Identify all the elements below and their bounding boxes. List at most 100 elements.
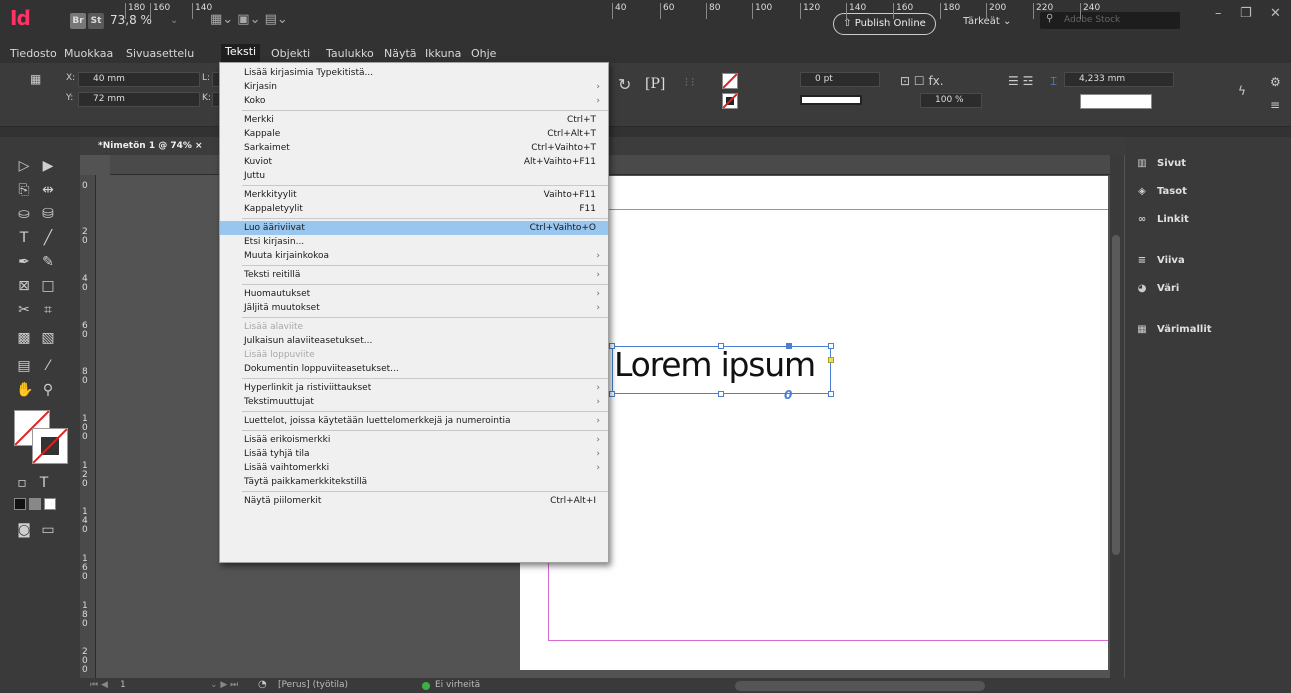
scissors-tool-icon[interactable]: ✂ <box>16 302 32 318</box>
menu-item[interactable]: Näytä piilomerkit Ctrl+Alt+I <box>220 494 608 508</box>
panel-tasot[interactable]: ◈ Tasot <box>1135 186 1187 197</box>
content-grabber-icon[interactable]: 0 <box>784 388 792 402</box>
align-icons[interactable]: ⫶ ⫶ <box>685 76 694 90</box>
close-tab-icon[interactable]: × <box>195 141 203 151</box>
menu-ohje[interactable]: Ohje <box>471 47 496 60</box>
page-nav-next[interactable]: ⌄ ▶ ⏭ <box>210 680 238 690</box>
gap-tool-icon[interactable]: ⇹ <box>40 182 56 198</box>
menu-sivuasettelu[interactable]: Sivuasettelu <box>126 47 194 60</box>
menu-item[interactable]: Lisää vaihtomerkki › <box>220 461 608 475</box>
menu-item[interactable]: Jäljitä muutokset › <box>220 301 608 315</box>
quick-apply-icon[interactable]: ϟ <box>1238 84 1246 98</box>
menu-taulukko[interactable]: Taulukko <box>326 47 374 60</box>
page-nav-prev[interactable]: ⏮ ◀ <box>90 680 108 690</box>
menu-item[interactable]: Luettelot, joissa käytetään luettelomerk… <box>220 414 608 428</box>
menu-item[interactable]: Etsi kirjasin... <box>220 235 608 249</box>
stroke-swatch[interactable] <box>722 93 738 109</box>
menu-item[interactable]: Sarkaimet Ctrl+Vaihto+T <box>220 141 608 155</box>
text-frame-icon[interactable]: [P] <box>645 76 665 92</box>
panel-sivut[interactable]: ▥ Sivut <box>1135 158 1186 169</box>
pen-tool-icon[interactable]: ✒ <box>16 254 32 270</box>
menu-item[interactable]: Lisää tyhjä tila › <box>220 447 608 461</box>
gear-icon[interactable]: ⚙ <box>1270 75 1281 89</box>
panel-menu-icon[interactable]: ≡ <box>1270 98 1280 112</box>
free-transform-tool-icon[interactable]: ⌗ <box>40 302 56 318</box>
menu-item[interactable]: Merkki Ctrl+T <box>220 113 608 127</box>
menu-item[interactable]: Kuviot Alt+Vaihto+F11 <box>220 155 608 169</box>
rectangle-frame-tool-icon[interactable]: ⊠ <box>16 278 32 294</box>
restore-icon[interactable]: ❐ <box>1240 6 1252 21</box>
panel-vari[interactable]: ◕ Väri <box>1135 283 1180 294</box>
menu-item[interactable]: Teksti reitillä › <box>220 268 608 282</box>
panel-viiva[interactable]: ≡ Viiva <box>1135 255 1185 266</box>
menu-item[interactable]: Dokumentin loppuviiteasetukset... <box>220 362 608 376</box>
chevron-down-icon[interactable]: ⌄ <box>170 15 178 26</box>
hand-tool-icon[interactable]: ✋ <box>16 382 33 398</box>
menu-item[interactable]: Kappale Ctrl+Alt+T <box>220 127 608 141</box>
menu-nayta[interactable]: Näytä <box>384 47 417 60</box>
eyedropper-tool-icon[interactable]: ⁄ <box>40 358 56 374</box>
stroke-weight-field[interactable]: 0 pt <box>800 72 880 87</box>
menu-item[interactable]: Tekstimuuttujat › <box>220 395 608 409</box>
formatting-container-icon[interactable]: ▫ <box>14 475 30 491</box>
type-tool-icon[interactable]: T <box>16 230 32 246</box>
object-style-select[interactable] <box>1080 94 1152 109</box>
note-tool-icon[interactable]: ▤ <box>16 358 32 374</box>
menu-item[interactable]: Huomautukset › <box>220 287 608 301</box>
page-number[interactable]: 1 <box>120 680 126 690</box>
resize-handle[interactable] <box>828 343 834 349</box>
screen-mode-icon[interactable]: ◙ <box>16 522 32 538</box>
gradient-feather-tool-icon[interactable]: ▧ <box>40 330 56 346</box>
error-status[interactable]: Ei virheitä <box>435 680 480 690</box>
page-tool-icon[interactable]: ⎘ <box>16 182 32 198</box>
selection-tool-icon[interactable]: ▷ <box>16 158 32 174</box>
formatting-text-icon[interactable]: T <box>36 475 52 491</box>
menu-item[interactable]: Merkkityylit Vaihto+F11 <box>220 188 608 202</box>
content-collector-icon[interactable]: ⛀ <box>16 206 32 222</box>
fill-swatch[interactable] <box>722 73 738 89</box>
bridge-button[interactable]: Br <box>70 13 86 29</box>
reference-point-icon[interactable]: ▦ <box>30 72 41 86</box>
resize-handle[interactable] <box>718 343 724 349</box>
menu-item[interactable]: Koko › <box>220 94 608 108</box>
resize-handle[interactable] <box>718 391 724 397</box>
resize-handle[interactable] <box>609 343 615 349</box>
color-mode-buttons[interactable] <box>14 498 64 510</box>
preflight-profile[interactable]: [Perus] (työtila) <box>278 680 348 690</box>
direct-selection-tool-icon[interactable]: ▶ <box>40 158 56 174</box>
panel-linkit[interactable]: ∞ Linkit <box>1135 214 1189 225</box>
menu-item[interactable]: Hyperlinkit ja ristiviittaukset › <box>220 381 608 395</box>
menu-item[interactable]: Lisää kirjasimia Typekitistä... <box>220 66 608 80</box>
document-tab[interactable]: *Nimetön 1 @ 74% × <box>90 137 218 155</box>
menu-item[interactable]: Muuta kirjainkokoa › <box>220 249 608 263</box>
rotate-icon[interactable]: ↻ <box>618 75 631 94</box>
rectangle-tool-icon[interactable]: □ <box>40 278 56 294</box>
menu-teksti[interactable]: Teksti <box>221 44 261 62</box>
menu-item[interactable]: Kappaletyylit F11 <box>220 202 608 216</box>
resize-handle[interactable] <box>609 391 615 397</box>
menu-item[interactable]: Luo ääriviivat Ctrl+Vaihto+O <box>220 221 608 235</box>
frame-fitting-icons[interactable]: ⊡ ☐ fx. <box>900 74 944 88</box>
minimize-icon[interactable]: – <box>1215 6 1222 21</box>
resize-handle[interactable] <box>786 343 792 349</box>
pencil-tool-icon[interactable]: ✎ <box>40 254 56 270</box>
stock-button[interactable]: St <box>88 13 104 29</box>
horizontal-scrollbar[interactable] <box>735 681 985 691</box>
menu-ikkuna[interactable]: Ikkuna <box>425 47 461 60</box>
frame-text[interactable]: Lorem ipsum <box>614 345 816 384</box>
stroke-box[interactable] <box>32 428 68 464</box>
preview-mode-icon[interactable]: ▭ <box>40 522 56 538</box>
content-placer-icon[interactable]: ⛁ <box>40 206 56 222</box>
menu-item[interactable]: Julkaisun alaviiteasetukset... <box>220 334 608 348</box>
columns-icon[interactable]: ☰ ☲ <box>1008 74 1033 88</box>
menu-tiedosto[interactable]: Tiedosto <box>10 47 57 60</box>
preflight-icon[interactable]: ◔ <box>258 679 267 690</box>
line-tool-icon[interactable]: ╱ <box>40 230 56 246</box>
menu-objekti[interactable]: Objekti <box>271 47 310 60</box>
view-options-icon[interactable]: ▦⌄ ▣⌄ ▤⌄ <box>210 12 288 27</box>
panel-varimallit[interactable]: ▦ Värimallit <box>1135 324 1211 335</box>
out-port-handle[interactable] <box>828 357 834 363</box>
menu-item[interactable]: Kirjasin › <box>220 80 608 94</box>
resize-handle[interactable] <box>828 391 834 397</box>
gutter-field[interactable]: 4,233 mm <box>1064 72 1174 87</box>
